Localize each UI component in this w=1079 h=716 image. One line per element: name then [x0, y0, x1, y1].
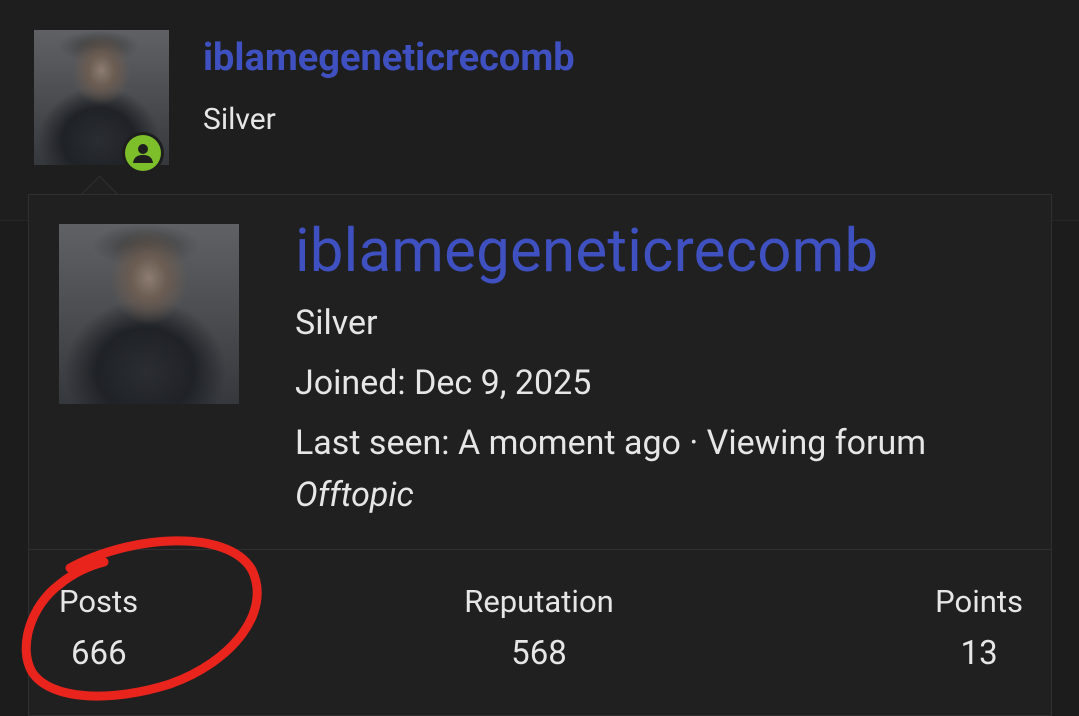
card-divider [29, 549, 1051, 550]
user-icon [133, 144, 153, 163]
stat-points[interactable]: Points 13 [935, 583, 1023, 673]
stat-reputation-label: Reputation [464, 583, 614, 620]
stat-posts-label: Posts [59, 583, 139, 620]
stat-posts-value: 666 [71, 634, 127, 673]
user-profile-card: iblamegeneticrecomb Silver Joined: Dec 9… [28, 194, 1052, 716]
post-header: iblamegeneticrecomb Silver [0, 0, 1079, 221]
username-link[interactable]: iblamegeneticrecomb [203, 36, 575, 80]
profile-forum-link[interactable]: Offtopic [295, 475, 414, 515]
profile-last-seen: Last seen: A moment ago · Viewing forum [295, 423, 927, 463]
stat-reputation-value: 568 [511, 634, 567, 673]
profile-joined: Joined: Dec 9, 2025 [295, 363, 592, 403]
stat-points-label: Points [935, 583, 1023, 620]
stat-posts[interactable]: Posts 666 [59, 583, 138, 673]
stat-points-value: 13 [960, 634, 998, 673]
profile-username-link[interactable]: iblamegeneticrecomb [295, 215, 878, 286]
user-avatar[interactable] [34, 30, 169, 174]
profile-rank: Silver [295, 303, 378, 343]
stat-reputation[interactable]: Reputation 568 [449, 583, 629, 673]
online-status-icon [122, 132, 164, 174]
profile-avatar[interactable] [59, 224, 239, 404]
user-rank: Silver [203, 102, 276, 137]
